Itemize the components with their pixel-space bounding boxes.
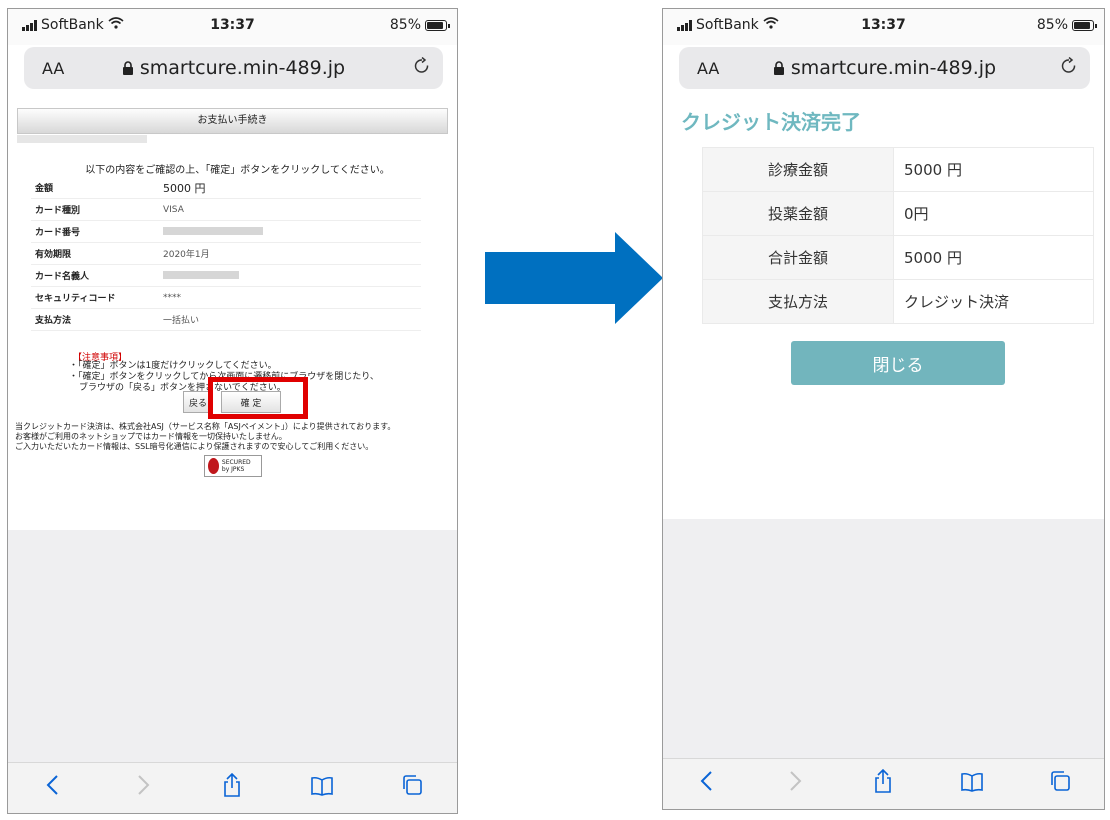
row-label: カード種別 <box>31 198 159 221</box>
forward-icon[interactable] <box>775 769 815 799</box>
battery: 85% <box>389 17 450 33</box>
row-value: 5000 円 <box>893 147 1094 192</box>
table-row: 支払方法 一括払い <box>31 308 421 331</box>
back-icon[interactable] <box>33 773 73 803</box>
browser-toolbar <box>663 758 1104 809</box>
bookmarks-icon[interactable] <box>302 773 342 803</box>
row-label: 金額 <box>31 177 159 199</box>
row-label: カード番号 <box>31 220 159 243</box>
row-label: 合計金額 <box>702 235 894 280</box>
table-row: 有効期限 2020年1月 <box>31 242 421 265</box>
page-title: クレジット決済完了 <box>681 110 861 134</box>
row-value-masked <box>159 264 421 287</box>
empty-area <box>8 530 457 763</box>
notice-line: 当クレジットカード決済は、株式会社ASJ（サービス名称「ASJペイメント」）によ… <box>15 422 396 431</box>
empty-area <box>663 519 1104 759</box>
row-label: 有効期限 <box>31 242 159 265</box>
table-row: カード名義人 <box>31 264 421 287</box>
forward-icon[interactable] <box>123 773 163 803</box>
back-icon[interactable] <box>687 769 727 799</box>
page-content: お支払い手続き 以下の内容をご確認の上、「確定」ボタンをクリックしてください。 … <box>11 105 454 530</box>
url-text: smartcure.min-489.jp <box>790 57 997 79</box>
row-value: 2020年1月 <box>159 242 421 265</box>
status-bar: SoftBank 13:37 85% <box>663 9 1104 45</box>
row-value: VISA <box>159 198 421 221</box>
table-row: セキュリティコード **** <box>31 286 421 309</box>
payment-summary-table: 診療金額 5000 円 投薬金額 0円 合計金額 5000 円 支払方法 クレジット決済 <box>702 147 1094 324</box>
security-seal: SECURED by JPKS <box>204 455 262 477</box>
row-value: 0円 <box>893 191 1094 236</box>
bookmarks-icon[interactable] <box>952 769 992 799</box>
row-label: 支払方法 <box>702 279 894 324</box>
phone-screen-payment-complete: SoftBank 13:37 85% AA smartcure.min-489.… <box>662 8 1105 810</box>
seal-text: SECURED by JPKS <box>221 459 251 473</box>
row-value: 一括払い <box>159 308 421 331</box>
browser-toolbar <box>8 762 457 813</box>
lock-icon <box>122 61 133 75</box>
battery-icon <box>1072 19 1097 31</box>
seal-lock-icon <box>208 458 219 474</box>
row-label: 診療金額 <box>702 147 894 192</box>
table-row: 支払方法 クレジット決済 <box>702 279 1094 324</box>
tabs-icon[interactable] <box>392 773 432 803</box>
url-text: smartcure.min-489.jp <box>139 57 346 79</box>
reload-icon[interactable] <box>1060 56 1078 80</box>
reload-icon[interactable] <box>413 56 431 80</box>
battery-percent: 85% <box>1036 17 1068 33</box>
row-label: 投薬金額 <box>702 191 894 236</box>
address-bar[interactable]: AA smartcure.min-489.jp <box>679 47 1090 89</box>
battery-percent: 85% <box>389 17 421 33</box>
notice-line: お客様がご利用のネットショップではカード情報を一切保持いたしません。 <box>15 432 287 441</box>
table-row: カード番号 <box>31 220 421 243</box>
notice-line: ご入力いただいたカード情報は、SSL暗号化通信により保護されますので安心してご利… <box>15 442 374 451</box>
url-display[interactable]: smartcure.min-489.jp <box>24 57 443 79</box>
page-content: クレジット決済完了 診療金額 5000 円 投薬金額 0円 合計金額 5000 円 支… <box>666 101 1104 519</box>
url-display[interactable]: smartcure.min-489.jp <box>679 57 1090 79</box>
instructions: 以下の内容をご確認の上、「確定」ボタンをクリックしてください。 <box>85 165 390 176</box>
header-strip <box>17 135 147 143</box>
row-value: 5000 円 <box>893 235 1094 280</box>
confirmation-table: 金額 5000 円 カード種別 VISA カード番号 有効期限 2020年1月 カード… <box>31 177 421 331</box>
reader-aa-button[interactable]: AA <box>697 59 719 78</box>
row-label: 支払方法 <box>31 308 159 331</box>
table-row: 金額 5000 円 <box>31 177 421 199</box>
share-icon[interactable] <box>863 768 903 800</box>
battery-icon <box>425 19 450 31</box>
row-value-masked <box>159 220 421 243</box>
table-row: 合計金額 5000 円 <box>702 235 1094 280</box>
notice-line: ・「確定」ボタンは1度だけクリックしてください。 <box>69 361 277 371</box>
table-row: 投薬金額 0円 <box>702 191 1094 236</box>
security-notice: 当クレジットカード決済は、株式会社ASJ（サービス名称「ASJペイメント」）によ… <box>15 422 450 452</box>
tabs-icon[interactable] <box>1040 769 1080 799</box>
row-label: セキュリティコード <box>31 286 159 309</box>
phone-screen-payment-confirm: SoftBank 13:37 85% AA smartcure.min-489.… <box>7 8 458 814</box>
share-icon[interactable] <box>212 772 252 804</box>
row-value: クレジット決済 <box>893 279 1094 324</box>
address-bar[interactable]: AA smartcure.min-489.jp <box>24 47 443 89</box>
row-value: 5000 円 <box>159 177 421 199</box>
row-value: **** <box>159 286 421 309</box>
close-button[interactable]: 閉じる <box>791 341 1005 385</box>
lock-icon <box>773 61 784 75</box>
arrow-right-icon <box>485 232 663 324</box>
table-row: 診療金額 5000 円 <box>702 147 1094 192</box>
table-row: カード種別 VISA <box>31 198 421 221</box>
row-label: カード名義人 <box>31 264 159 287</box>
status-bar: SoftBank 13:37 85% <box>8 9 457 45</box>
redaction-mask <box>163 227 263 235</box>
confirm-highlight-box <box>208 377 308 419</box>
reader-aa-button[interactable]: AA <box>42 59 64 78</box>
redaction-mask <box>163 271 239 279</box>
battery: 85% <box>1036 17 1097 33</box>
page-title: お支払い手続き <box>17 108 448 134</box>
